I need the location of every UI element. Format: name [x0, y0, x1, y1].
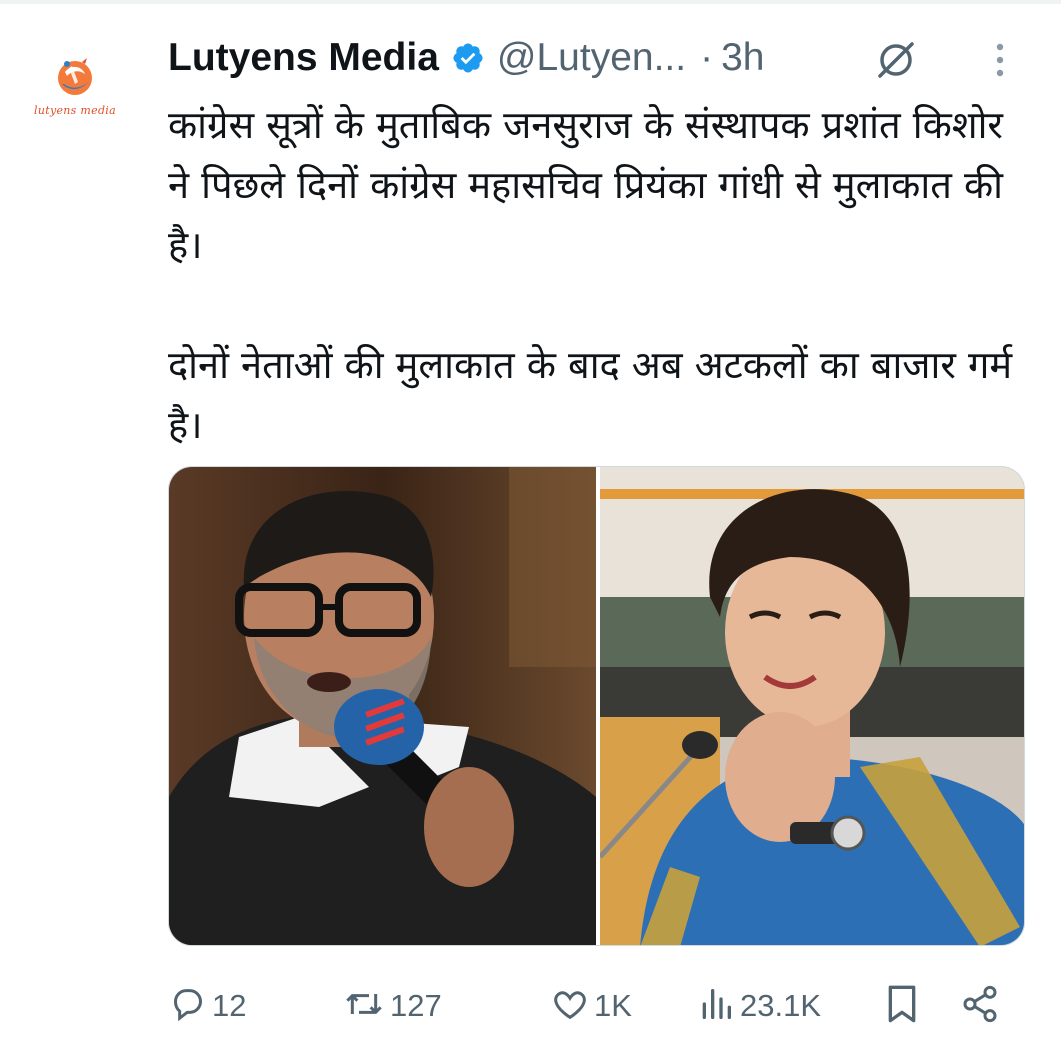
- tweet-timestamp[interactable]: 3h: [721, 36, 764, 80]
- like-count: 1K: [594, 988, 632, 1023]
- tweet-paragraph-1: कांग्रेस सूत्रों के मुताबिक जनसुराज के स…: [168, 103, 1003, 267]
- repost-icon: [342, 984, 386, 1029]
- reply-icon: [168, 984, 208, 1029]
- author-avatar[interactable]: lutyens media: [22, 36, 128, 142]
- repost-button[interactable]: 127: [342, 978, 442, 1034]
- top-divider: [0, 0, 1061, 4]
- author-display-name[interactable]: Lutyens Media: [168, 36, 439, 80]
- reply-count: 12: [212, 988, 247, 1023]
- man-with-microphone-photo: [169, 467, 596, 945]
- bookmark-button[interactable]: [882, 978, 922, 1034]
- tweet-media[interactable]: [168, 466, 1025, 946]
- share-button[interactable]: [960, 978, 1000, 1034]
- separator-dot: ·: [700, 36, 714, 79]
- bookmark-icon: [882, 982, 922, 1031]
- media-image-left[interactable]: [169, 467, 596, 945]
- repost-count: 127: [390, 988, 442, 1023]
- heart-icon: [550, 984, 590, 1029]
- like-button[interactable]: 1K: [550, 978, 632, 1034]
- views-icon: [696, 984, 736, 1029]
- reply-button[interactable]: 12: [168, 978, 246, 1034]
- share-icon: [960, 984, 1000, 1029]
- author-handle[interactable]: @Lutyen...: [497, 36, 686, 80]
- media-image-right[interactable]: [598, 467, 1024, 945]
- grok-icon[interactable]: [874, 38, 918, 87]
- more-vertical-icon[interactable]: [988, 38, 1012, 87]
- views-button[interactable]: 23.1K: [696, 978, 821, 1034]
- lutyens-media-logo: [58, 58, 92, 95]
- views-count: 23.1K: [740, 988, 822, 1023]
- tweet-header: Lutyens Media @Lutyen... · 3h: [168, 30, 1028, 86]
- tweet-body: कांग्रेस सूत्रों के मुताबिक जनसुराज के स…: [168, 95, 1028, 455]
- tweet-paragraph-2: दोनों नेताओं की मुलाकात के बाद अब अटकलों…: [168, 343, 1013, 447]
- tweet-actions: 12 127 1K 23.1K: [168, 978, 1028, 1034]
- avatar-caption: lutyens media: [34, 104, 116, 117]
- verified-badge-icon[interactable]: [451, 41, 485, 75]
- woman-in-saree-photo: [598, 467, 1024, 945]
